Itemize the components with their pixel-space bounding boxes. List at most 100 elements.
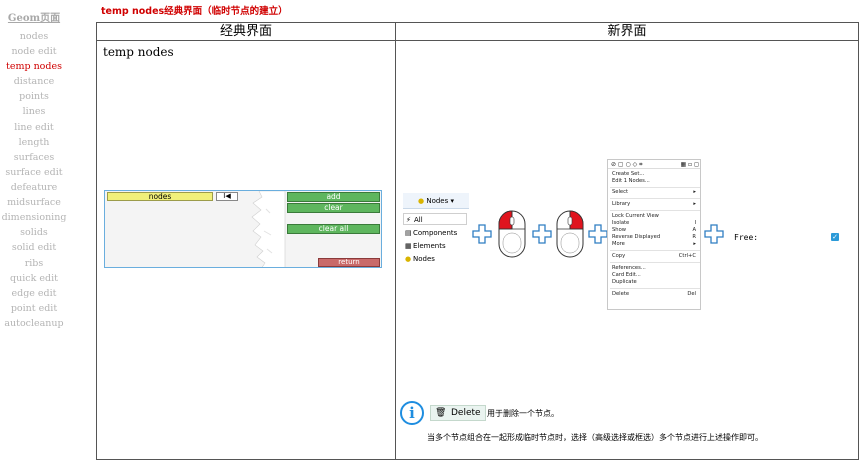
sidebar-item-node-edit[interactable]: node edit bbox=[0, 46, 68, 57]
free-label: Free: bbox=[734, 233, 759, 242]
sidebar-heading[interactable]: Geom页面 bbox=[0, 9, 68, 24]
menu-item-copy[interactable]: Copy Ctrl+C bbox=[612, 253, 698, 260]
torn-edge-graphic bbox=[251, 191, 286, 267]
tree-item-label: Elements bbox=[413, 242, 446, 250]
delete-button-label: Delete bbox=[451, 408, 481, 418]
sidebar-item-dimensioning[interactable]: dimensioning bbox=[0, 212, 68, 223]
menu-item-lock-view[interactable]: Lock Current View bbox=[612, 213, 698, 220]
tree-item-elements[interactable]: ▦Elements bbox=[405, 240, 446, 252]
menu-item-more[interactable]: More ▸ bbox=[612, 241, 698, 248]
menu-item-label: References... bbox=[612, 265, 646, 271]
classic-heading: temp nodes bbox=[103, 45, 174, 59]
menu-item-label: Show bbox=[612, 227, 626, 233]
submenu-arrow-icon: ▸ bbox=[693, 189, 696, 195]
menu-item-select[interactable]: Select ▸ bbox=[612, 189, 698, 196]
menu-separator bbox=[610, 210, 700, 211]
sidebar-item-ribs[interactable]: ribs bbox=[0, 258, 68, 269]
menu-item-label: Select bbox=[612, 189, 629, 195]
submenu-arrow-icon: ▸ bbox=[693, 241, 696, 247]
tree-item-label: Components bbox=[413, 229, 458, 237]
sidebar-item-midsurface[interactable]: midsurface bbox=[0, 197, 68, 208]
trash-icon: 🗑 bbox=[435, 408, 447, 418]
plus-icon bbox=[472, 224, 492, 244]
sidebar-item-temp-nodes[interactable]: temp nodes bbox=[0, 61, 68, 72]
sidebar-item-point-edit[interactable]: point edit bbox=[0, 303, 68, 314]
menu-separator bbox=[610, 250, 700, 251]
context-menu-toolbar: ⊘ ▢ ○ ◇ ⌗ ▦ ▫ ◻ bbox=[608, 160, 700, 169]
shortcut-key: R bbox=[692, 234, 696, 240]
tree-header-label: Nodes ▾ bbox=[426, 197, 454, 205]
menu-item-label: Duplicate bbox=[612, 279, 637, 285]
menu-item-label: Library bbox=[612, 201, 631, 207]
tree-header[interactable]: ● Nodes ▾ bbox=[403, 193, 469, 209]
menu-item-label: More bbox=[612, 241, 625, 247]
menu-item-label: Lock Current View bbox=[612, 213, 659, 219]
sidebar-item-defeature[interactable]: defeature bbox=[0, 182, 68, 193]
first-icon[interactable]: I◀ bbox=[216, 192, 238, 201]
menu-item-show[interactable]: Show A bbox=[612, 227, 698, 234]
menu-item-label: Create Set... bbox=[612, 171, 645, 177]
sidebar-item-edge-edit[interactable]: edge edit bbox=[0, 288, 68, 299]
sidebar-item-lines[interactable]: lines bbox=[0, 106, 68, 117]
menu-item-delete[interactable]: Delete Del bbox=[612, 291, 698, 298]
add-button[interactable]: add bbox=[287, 192, 380, 202]
menu-item-label: Copy bbox=[612, 253, 626, 259]
sidebar-item-points[interactable]: points bbox=[0, 91, 68, 102]
tree-item-label: Nodes bbox=[413, 255, 435, 263]
info-icon: i bbox=[400, 401, 424, 425]
elements-icon: ▦ bbox=[405, 242, 412, 250]
sidebar-item-nodes[interactable]: nodes bbox=[0, 31, 68, 42]
plus-icon bbox=[704, 224, 724, 244]
selection-mode-icons[interactable]: ⊘ ▢ ○ ◇ ⌗ bbox=[611, 161, 643, 169]
tree-item-all[interactable]: ⚡ All bbox=[403, 213, 467, 225]
sidebar-item-length[interactable]: length bbox=[0, 137, 68, 148]
nodes-selector[interactable]: nodes bbox=[107, 192, 213, 201]
menu-item-duplicate[interactable]: Duplicate bbox=[612, 279, 698, 286]
tree-item-nodes[interactable]: ● Nodes bbox=[405, 253, 435, 265]
menu-item-label: Delete bbox=[612, 291, 630, 297]
node-icon: ● bbox=[405, 255, 412, 263]
menu-item-label: Edit 1 Nodes... bbox=[612, 178, 650, 184]
menu-item-isolate[interactable]: Isolate I bbox=[612, 220, 698, 227]
menu-item-library[interactable]: Library ▸ bbox=[612, 201, 698, 208]
shortcut-key: Ctrl+C bbox=[678, 253, 696, 259]
sidebar-item-solids[interactable]: solids bbox=[0, 227, 68, 238]
clear-button[interactable]: clear bbox=[287, 203, 380, 213]
classic-panel: nodes I◀ add clear clear all return bbox=[104, 190, 382, 268]
menu-separator bbox=[610, 198, 700, 199]
free-checkbox[interactable]: ✓ bbox=[831, 233, 839, 241]
sidebar-item-surface-edit[interactable]: surface edit bbox=[0, 167, 68, 178]
sidebar-nav: Geom页面 nodes node edit temp nodes distan… bbox=[0, 0, 68, 462]
menu-item-edit-nodes[interactable]: Edit 1 Nodes... bbox=[612, 178, 698, 185]
multi-node-note: 当多个节点组合在一起形成临时节点时，选择（高级选择或框选）多个节点进行上述操作即… bbox=[427, 433, 763, 442]
menu-item-card-edit[interactable]: Card Edit... bbox=[612, 272, 698, 279]
tree-item-components[interactable]: ▤Components bbox=[405, 227, 457, 239]
sidebar-item-quick-edit[interactable]: quick edit bbox=[0, 273, 68, 284]
delete-button[interactable]: 🗑 Delete bbox=[430, 405, 486, 421]
menu-item-create-set[interactable]: Create Set... bbox=[612, 171, 698, 178]
column-divider bbox=[395, 41, 396, 459]
sidebar-item-autocleanup[interactable]: autocleanup bbox=[0, 318, 68, 329]
page-title: temp nodes经典界面（临时节点的建立） bbox=[101, 6, 288, 17]
shortcut-key: A bbox=[692, 227, 696, 233]
plus-icon bbox=[532, 224, 552, 244]
view-mode-icons[interactable]: ▦ ▫ ◻ bbox=[680, 161, 699, 168]
delete-description: 用于删除一个节点。 bbox=[487, 409, 559, 418]
menu-item-label: Isolate bbox=[612, 220, 630, 226]
sidebar-item-solid-edit[interactable]: solid edit bbox=[0, 242, 68, 253]
node-icon: ● bbox=[418, 197, 425, 205]
mouse-left-click-icon bbox=[498, 210, 526, 258]
menu-item-label: Card Edit... bbox=[612, 272, 641, 278]
components-icon: ▤ bbox=[405, 229, 412, 237]
sidebar-item-surfaces[interactable]: surfaces bbox=[0, 152, 68, 163]
clear-all-button[interactable]: clear all bbox=[287, 224, 380, 234]
plus-icon bbox=[588, 224, 608, 244]
menu-item-references[interactable]: References... bbox=[612, 265, 698, 272]
submenu-arrow-icon: ▸ bbox=[693, 201, 696, 207]
menu-separator bbox=[610, 187, 700, 188]
sidebar-item-line-edit[interactable]: line edit bbox=[0, 122, 68, 133]
filter-icon: ⚡ bbox=[406, 216, 411, 224]
menu-item-reverse-displayed[interactable]: Reverse Displayed R bbox=[612, 234, 698, 241]
return-button[interactable]: return bbox=[318, 258, 380, 267]
sidebar-item-distance[interactable]: distance bbox=[0, 76, 68, 87]
